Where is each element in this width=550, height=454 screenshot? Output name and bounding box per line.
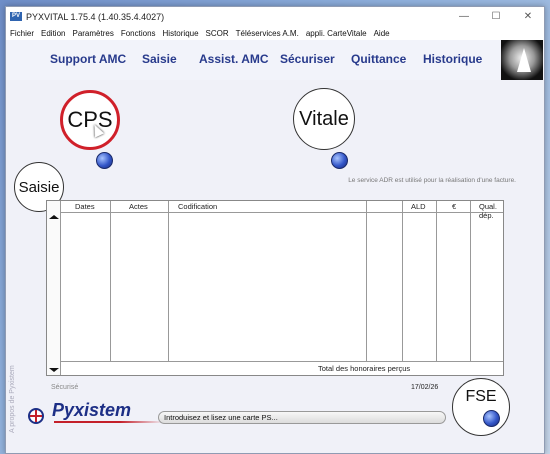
app-window: PV PYXVITAL 1.75.4 (1.40.35.4.4027) — ☐ … bbox=[5, 6, 545, 454]
menu-item-historique[interactable]: Historique bbox=[163, 29, 199, 38]
vitale-card-button[interactable]: Vitale bbox=[293, 88, 355, 150]
minimize-button[interactable]: — bbox=[448, 11, 480, 22]
header-ald: ALD bbox=[411, 202, 426, 211]
title-bar: PV PYXVITAL 1.75.4 (1.40.35.4.4027) — ☐ … bbox=[6, 7, 544, 26]
menu-item-aide[interactable]: Aide bbox=[374, 29, 390, 38]
header-euro: € bbox=[452, 202, 457, 211]
window-title: PYXVITAL 1.75.4 (1.40.35.4.4027) bbox=[26, 11, 165, 22]
menu-item-carte-vitale[interactable]: appli. CarteVitale bbox=[306, 29, 367, 38]
menu-bar: Fichier Edition Paramètres Fonctions His… bbox=[6, 26, 544, 40]
about-link[interactable]: A propos de Pyxistem bbox=[9, 365, 16, 433]
column-dates bbox=[61, 201, 111, 361]
column-actes bbox=[111, 201, 169, 361]
app-icon: PV bbox=[10, 12, 22, 21]
scroll-up-icon[interactable] bbox=[49, 215, 59, 219]
nav-historique[interactable]: Historique bbox=[423, 52, 482, 66]
maximize-button[interactable]: ☐ bbox=[480, 11, 512, 22]
header-actes: Actes bbox=[129, 202, 148, 211]
nav-saisie[interactable]: Saisie bbox=[142, 52, 177, 66]
column-codification bbox=[169, 201, 367, 361]
status-message-bar: Introduisez et lisez une carte PS... bbox=[158, 411, 446, 424]
scroll-down-icon[interactable] bbox=[49, 368, 59, 372]
menu-item-edition[interactable]: Edition bbox=[41, 29, 65, 38]
cps-card-button[interactable]: CPS bbox=[60, 90, 120, 150]
cps-status-light-icon bbox=[96, 152, 113, 169]
close-button[interactable]: ✕ bbox=[512, 11, 544, 22]
logo-cone-icon bbox=[517, 48, 531, 72]
nav-support-amc[interactable]: Support AMC bbox=[50, 52, 126, 66]
total-label: Total des honoraires perçus bbox=[318, 364, 411, 373]
cps-label: CPS bbox=[67, 107, 113, 132]
nav-securiser[interactable]: Sécuriser bbox=[280, 52, 335, 66]
total-row: Total des honoraires perçus bbox=[61, 361, 503, 375]
nav-quittance[interactable]: Quittance bbox=[351, 52, 406, 66]
table-scrollbar[interactable] bbox=[47, 201, 61, 375]
fse-status-light-icon bbox=[483, 410, 500, 427]
brand-name: Pyxistem bbox=[52, 400, 132, 420]
column-blank bbox=[367, 201, 403, 361]
current-date: 17/02/26 bbox=[411, 384, 439, 391]
secure-status: Sécurisé bbox=[51, 384, 79, 391]
saisie-label: Saisie bbox=[18, 178, 60, 196]
nav-assist-amc[interactable]: Assist. AMC bbox=[199, 52, 269, 66]
menu-item-fichier[interactable]: Fichier bbox=[10, 29, 34, 38]
menu-item-teleservices[interactable]: Téléservices A.M. bbox=[236, 29, 299, 38]
vitale-status-light-icon bbox=[331, 152, 348, 169]
header-dates: Dates bbox=[75, 202, 95, 211]
fse-label: FSE bbox=[465, 388, 497, 405]
header-codification: Codification bbox=[178, 202, 218, 211]
adr-note: Le service ADR est utilisé pour la réali… bbox=[348, 177, 516, 184]
menu-item-fonctions[interactable]: Fonctions bbox=[121, 29, 156, 38]
toolbar-nav: Support AMC Saisie Assist. AMC Sécuriser… bbox=[6, 40, 544, 80]
pyxistem-globe-icon bbox=[28, 408, 44, 424]
column-euro bbox=[437, 201, 471, 361]
column-ald bbox=[403, 201, 437, 361]
menu-item-parametres[interactable]: Paramètres bbox=[72, 29, 113, 38]
brand-underline bbox=[54, 421, 164, 423]
header-qual-dep: Qual. dép. bbox=[479, 202, 497, 220]
menu-item-scor[interactable]: SCOR bbox=[206, 29, 229, 38]
acts-table: Dates Actes Codification ALD € Qual. dép… bbox=[46, 200, 504, 376]
vitale-label: Vitale bbox=[299, 107, 349, 130]
pyxistem-logo bbox=[501, 40, 543, 80]
main-content: CPS Vitale Saisie Le service ADR est uti… bbox=[6, 80, 544, 453]
fse-button[interactable]: FSE bbox=[452, 378, 510, 436]
